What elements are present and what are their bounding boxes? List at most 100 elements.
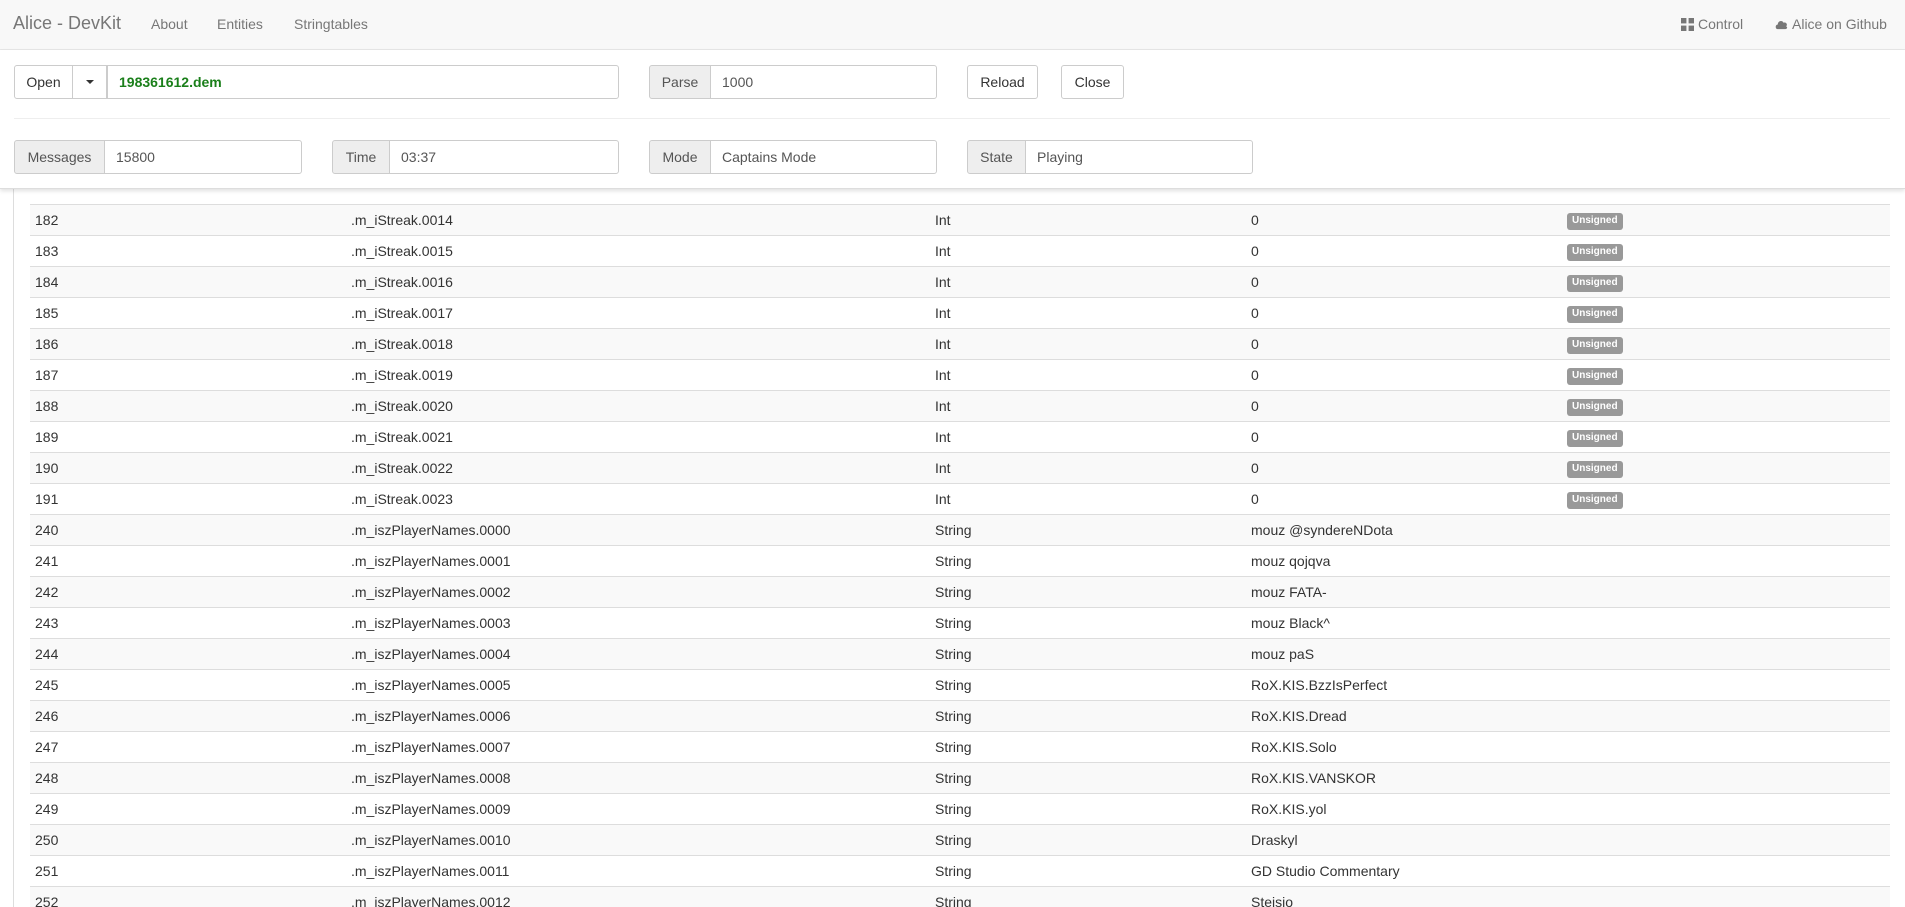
row-value: mouz @syndereNDota: [1246, 514, 1562, 546]
nav-about[interactable]: About: [151, 16, 188, 32]
row-value: RoX.KIS.yol: [1246, 793, 1562, 825]
nav-stringtables[interactable]: Stringtables: [294, 16, 368, 32]
row-flag: [1562, 886, 1890, 907]
row-value: RoX.KIS.BzzIsPerfect: [1246, 669, 1562, 701]
reload-button[interactable]: Reload: [967, 65, 1038, 99]
table-row[interactable]: 240 .m_iszPlayerNames.0000 String mouz @syn…: [30, 514, 1890, 546]
row-type: String: [930, 669, 1246, 701]
row-index: 243: [30, 607, 346, 639]
divider: [14, 118, 1890, 119]
row-index: 249: [30, 793, 346, 825]
mode-field[interactable]: Captains Mode: [710, 140, 937, 174]
table-row[interactable]: 182 .m_iStreak.0014 Int 0 Unsigned: [30, 204, 1890, 236]
row-value: 0: [1246, 235, 1562, 267]
row-value: 0: [1246, 483, 1562, 515]
table-row[interactable]: 247 .m_iszPlayerNames.0007 String RoX.KIS.S…: [30, 731, 1890, 763]
table-row[interactable]: 251 .m_iszPlayerNames.0011 String GD Studio…: [30, 855, 1890, 887]
table-row[interactable]: 246 .m_iszPlayerNames.0006 String RoX.KIS.D…: [30, 700, 1890, 732]
row-value: mouz Black^: [1246, 607, 1562, 639]
table-row[interactable]: 243 .m_iszPlayerNames.0003 String mouz Blac…: [30, 607, 1890, 639]
state-field[interactable]: Playing: [1025, 140, 1253, 174]
row-value: 0: [1246, 266, 1562, 298]
table-row[interactable]: 248 .m_iszPlayerNames.0008 String RoX.KIS.V…: [30, 762, 1890, 794]
nav-control-label: Control: [1698, 16, 1744, 32]
row-value: 0: [1246, 452, 1562, 484]
table-row[interactable]: 188 .m_iStreak.0020 Int 0 Unsigned: [30, 390, 1890, 422]
top-navbar: Alice - DevKit About Entities Stringtabl…: [0, 0, 1905, 50]
row-property-name: .m_iszPlayerNames.0008: [346, 762, 930, 794]
table-row[interactable]: 244 .m_iszPlayerNames.0004 String mouz paS: [30, 638, 1890, 670]
row-value: GD Studio Commentary: [1246, 855, 1562, 887]
table-row[interactable]: 242 .m_iszPlayerNames.0002 String mouz FATA…: [30, 576, 1890, 608]
row-index: 246: [30, 700, 346, 732]
row-type: String: [930, 607, 1246, 639]
row-index: 244: [30, 638, 346, 670]
row-type: String: [930, 638, 1246, 670]
row-value: 0: [1246, 328, 1562, 360]
unsigned-badge: Unsigned: [1567, 399, 1623, 416]
row-flag: Unsigned: [1562, 452, 1890, 484]
row-property-name: .m_iszPlayerNames.0001: [346, 545, 930, 577]
row-index: 189: [30, 421, 346, 453]
table-row[interactable]: 189 .m_iStreak.0021 Int 0 Unsigned: [30, 421, 1890, 453]
row-flag: Unsigned: [1562, 421, 1890, 453]
row-property-name: .m_iStreak.0019: [346, 359, 930, 391]
row-type: String: [930, 700, 1246, 732]
row-type: String: [930, 576, 1246, 608]
row-type: Int: [930, 359, 1246, 391]
table-row[interactable]: 185 .m_iStreak.0017 Int 0 Unsigned: [30, 297, 1890, 329]
row-value: RoX.KIS.Dread: [1246, 700, 1562, 732]
nav-github-label: Alice on Github: [1792, 16, 1887, 32]
table-row[interactable]: 252 .m_iszPlayerNames.0012 String Steisjo: [30, 886, 1890, 907]
nav-github[interactable]: Alice on Github: [1775, 16, 1887, 32]
mode-label: Mode: [649, 140, 711, 174]
row-property-name: .m_iStreak.0014: [346, 204, 930, 236]
row-value: 0: [1246, 297, 1562, 329]
replay-file-field[interactable]: 198361612.dem: [107, 65, 619, 99]
row-property-name: .m_iszPlayerNames.0009: [346, 793, 930, 825]
table-row[interactable]: 241 .m_iszPlayerNames.0001 String mouz qojq…: [30, 545, 1890, 577]
messages-field[interactable]: 15800: [104, 140, 302, 174]
row-index: 185: [30, 297, 346, 329]
row-index: 190: [30, 452, 346, 484]
row-type: Int: [930, 204, 1246, 236]
table-row[interactable]: 191 .m_iStreak.0023 Int 0 Unsigned: [30, 483, 1890, 515]
row-property-name: .m_iszPlayerNames.0003: [346, 607, 930, 639]
row-property-name: .m_iStreak.0015: [346, 235, 930, 267]
row-flag: [1562, 793, 1890, 825]
unsigned-badge: Unsigned: [1567, 492, 1623, 509]
row-index: 184: [30, 266, 346, 298]
open-button[interactable]: Open: [14, 65, 73, 99]
row-property-name: .m_iStreak.0017: [346, 297, 930, 329]
table-row[interactable]: 184 .m_iStreak.0016 Int 0 Unsigned: [30, 266, 1890, 298]
table-row[interactable]: 245 .m_iszPlayerNames.0005 String RoX.KIS.B…: [30, 669, 1890, 701]
row-property-name: .m_iStreak.0018: [346, 328, 930, 360]
parse-button[interactable]: Parse: [649, 65, 711, 99]
table-row[interactable]: 186 .m_iStreak.0018 Int 0 Unsigned: [30, 328, 1890, 360]
property-table: 182 .m_iStreak.0014 Int 0 Unsigned 183 .m_iStr…: [30, 204, 1890, 907]
row-type: Int: [930, 297, 1246, 329]
row-value: mouz qojqva: [1246, 545, 1562, 577]
table-row[interactable]: 250 .m_iszPlayerNames.0010 String Draskyl: [30, 824, 1890, 856]
app-brand[interactable]: Alice - DevKit: [13, 13, 121, 34]
table-row[interactable]: 183 .m_iStreak.0015 Int 0 Unsigned: [30, 235, 1890, 267]
nav-entities[interactable]: Entities: [217, 16, 263, 32]
table-row[interactable]: 249 .m_iszPlayerNames.0009 String RoX.KIS.y…: [30, 793, 1890, 825]
row-value: mouz FATA-: [1246, 576, 1562, 608]
property-table-container[interactable]: 182 .m_iStreak.0014 Int 0 Unsigned 183 .m_iStr…: [13, 189, 1905, 907]
time-field[interactable]: 03:37: [389, 140, 619, 174]
unsigned-badge: Unsigned: [1567, 275, 1623, 292]
nav-control[interactable]: Control: [1681, 16, 1743, 32]
row-property-name: .m_iszPlayerNames.0004: [346, 638, 930, 670]
table-row[interactable]: 187 .m_iStreak.0019 Int 0 Unsigned: [30, 359, 1890, 391]
row-property-name: .m_iStreak.0016: [346, 266, 930, 298]
row-flag: [1562, 700, 1890, 732]
row-index: 188: [30, 390, 346, 422]
unsigned-badge: Unsigned: [1567, 461, 1623, 478]
close-button[interactable]: Close: [1061, 65, 1124, 99]
unsigned-badge: Unsigned: [1567, 306, 1623, 323]
open-dropdown-toggle[interactable]: [73, 65, 107, 99]
row-index: 245: [30, 669, 346, 701]
table-row[interactable]: 190 .m_iStreak.0022 Int 0 Unsigned: [30, 452, 1890, 484]
parse-count-input[interactable]: 1000: [710, 65, 937, 99]
